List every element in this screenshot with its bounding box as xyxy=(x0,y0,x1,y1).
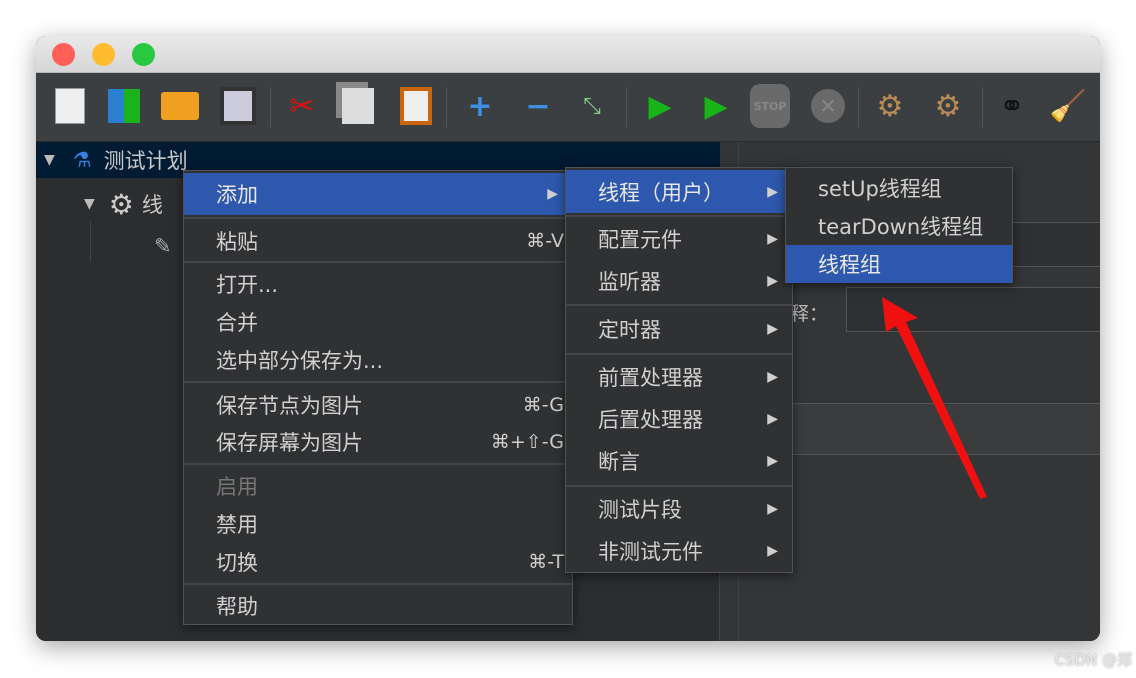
watermark: CSDN @郑 xyxy=(1054,651,1132,669)
red-arrow-annotation xyxy=(882,297,987,499)
